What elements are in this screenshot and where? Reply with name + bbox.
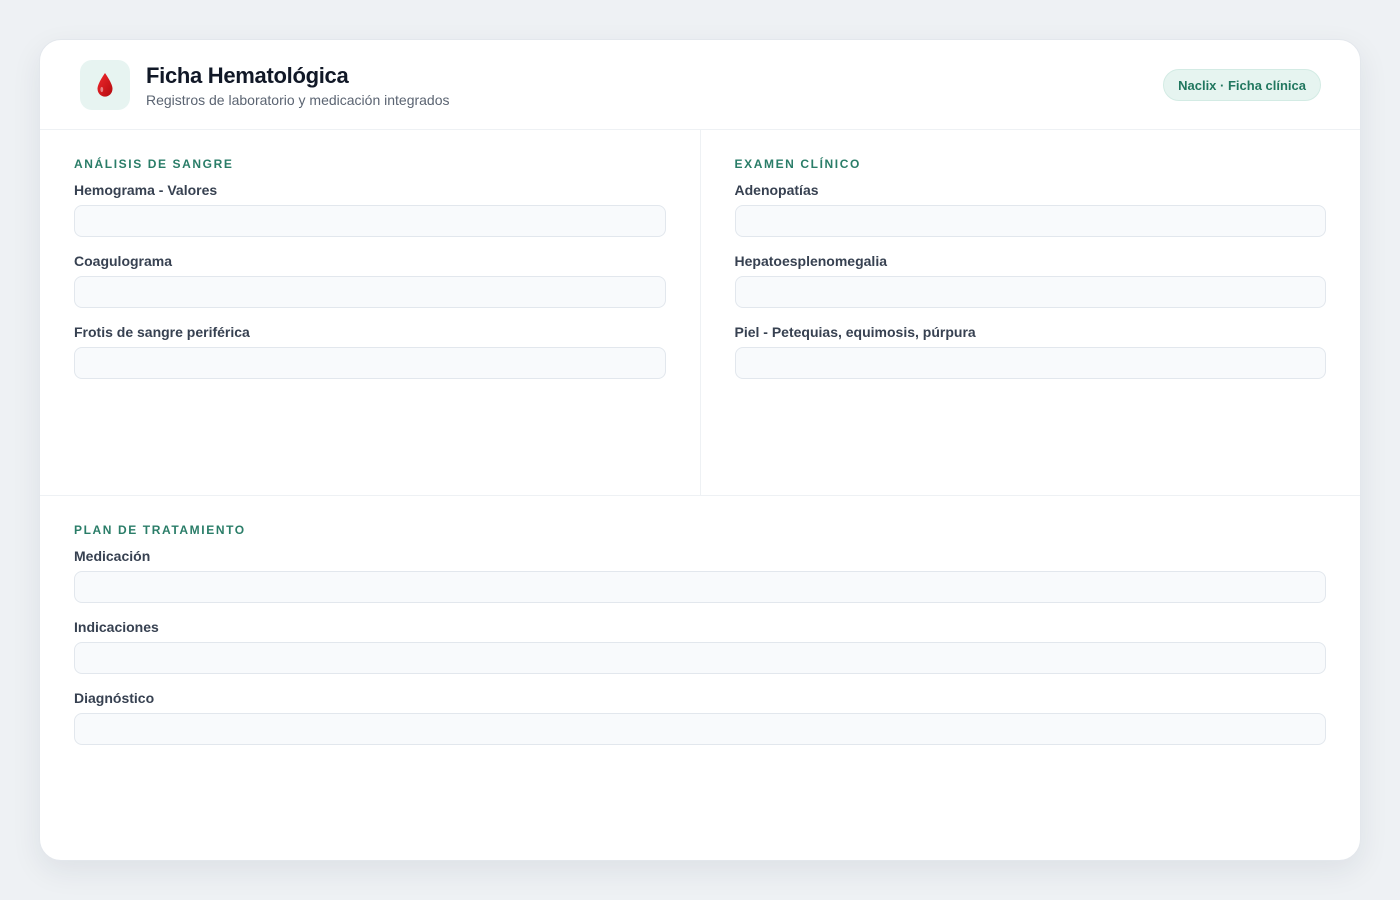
field-adenopatias: Adenopatías [734, 180, 1326, 237]
field-diagnostico: Diagnóstico [74, 688, 1326, 745]
indicaciones-input[interactable] [74, 642, 1326, 674]
section-title: Examen clínico [734, 157, 861, 171]
blood-drop-icon [97, 73, 113, 97]
field-label: Diagnóstico [74, 690, 155, 706]
field-label: Piel - Petequias, equimosis, púrpura [734, 324, 976, 340]
medicacion-input[interactable] [74, 571, 1326, 603]
field-coagulograma: Coagulograma [74, 251, 666, 308]
adenopatias-input[interactable] [734, 205, 1326, 237]
field-indicaciones: Indicaciones [74, 617, 1326, 674]
section-plan-tratamiento: Plan de tratamiento Medicación Indicacio… [40, 496, 1360, 745]
clinical-form-card: Ficha Hematológica Registros de laborato… [39, 39, 1361, 861]
field-label: Adenopatías [734, 182, 819, 198]
hemograma-input[interactable] [74, 205, 666, 237]
hepatoesplenomegalia-input[interactable] [734, 276, 1326, 308]
section-examen-clinico: Examen clínico Adenopatías Hepatoespleno… [699, 130, 1361, 495]
page-subtitle: Registros de laboratorio y medicación in… [146, 92, 450, 108]
field-hemograma: Hemograma - Valores [74, 180, 666, 237]
field-label: Hepatoesplenomegalia [734, 253, 888, 269]
field-label: Coagulograma [74, 253, 173, 269]
section-analisis-sangre: Análisis de sangre Hemograma - Valores C… [40, 130, 700, 495]
form-header: Ficha Hematológica Registros de laborato… [40, 40, 1360, 130]
field-label: Frotis de sangre periférica [74, 324, 250, 340]
coagulograma-input[interactable] [74, 276, 666, 308]
field-medicacion: Medicación [74, 546, 1326, 603]
field-label: Medicación [74, 548, 151, 564]
field-label: Hemograma - Valores [74, 182, 218, 198]
piel-input[interactable] [734, 347, 1326, 379]
top-sections-row: Análisis de sangre Hemograma - Valores C… [40, 130, 1360, 496]
section-title: Plan de tratamiento [74, 523, 246, 537]
field-frotis: Frotis de sangre periférica [74, 322, 666, 379]
field-hepatoesplenomegalia: Hepatoesplenomegalia [734, 251, 1326, 308]
field-label: Indicaciones [74, 619, 159, 635]
app-logo [80, 60, 130, 110]
field-piel: Piel - Petequias, equimosis, púrpura [734, 322, 1326, 379]
diagnostico-input[interactable] [74, 713, 1326, 745]
frotis-input[interactable] [74, 347, 666, 379]
app-badge: Naclix · Ficha clínica [1163, 69, 1321, 101]
page-title: Ficha Hematológica [146, 63, 349, 88]
section-title: Análisis de sangre [74, 157, 234, 171]
